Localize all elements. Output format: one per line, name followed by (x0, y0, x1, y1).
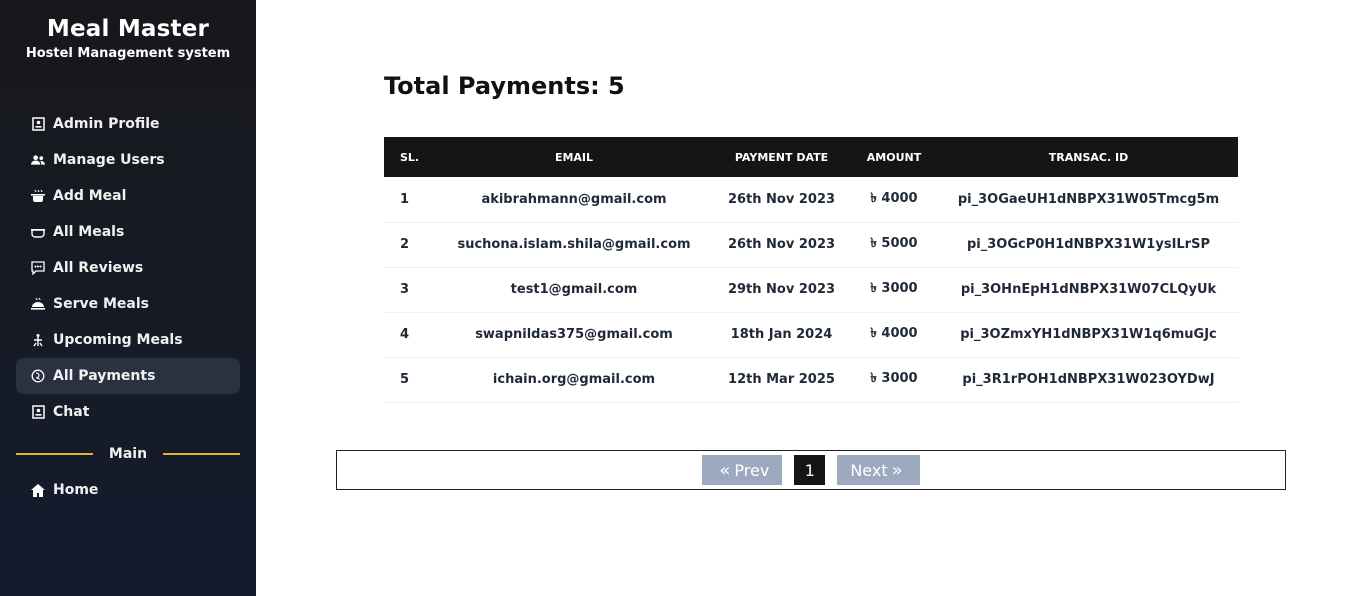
cooking-pot-icon (31, 189, 45, 203)
cell-sl: 1 (384, 177, 434, 223)
double-chevron-left-icon: « (719, 459, 731, 481)
cell-email: ichain.org@gmail.com (434, 357, 714, 403)
cell-sl: 4 (384, 312, 434, 358)
table-row: 5 ichain.org@gmail.com 12th Mar 2025 ৳ 3… (384, 357, 1238, 403)
divider-line (16, 453, 93, 455)
page-number-current[interactable]: 1 (794, 455, 826, 485)
double-chevron-right-icon: » (891, 459, 903, 481)
cell-date: 18th Jan 2024 (714, 312, 849, 358)
payments-table: SL. EMAIL PAYMENT DATE AMOUNT TRANSAC. I… (384, 137, 1238, 403)
header-payment-date: PAYMENT DATE (734, 150, 829, 164)
cell-transaction-id: pi_3OGaeUH1dNBPX31W05Tmcg5m (939, 177, 1238, 223)
sidebar-item-label: Chat (53, 404, 90, 420)
sidebar-nav: Admin Profile Manage Users Add Meal All … (16, 106, 240, 508)
cell-sl: 3 (384, 267, 434, 313)
profile-icon (31, 117, 45, 131)
sidebar-item-label: Serve Meals (53, 296, 149, 312)
sidebar-item-all-meals[interactable]: All Meals (16, 214, 240, 250)
sidebar-item-chat[interactable]: Chat (16, 394, 240, 430)
brand-title: Meal Master (46, 16, 210, 42)
sidebar-item-label: Add Meal (53, 188, 127, 204)
table-row: 2 suchona.islam.shila@gmail.com 26th Nov… (384, 222, 1238, 268)
prev-button[interactable]: « Prev (702, 455, 783, 485)
brand-subtitle: Hostel Management system (25, 46, 231, 61)
sidebar-item-all-reviews[interactable]: All Reviews (16, 250, 240, 286)
sidebar-item-add-meal[interactable]: Add Meal (16, 178, 240, 214)
sidebar-item-serve-meals[interactable]: Serve Meals (16, 286, 240, 322)
header-amount: AMOUNT (866, 150, 922, 164)
cell-sl: 5 (384, 357, 434, 403)
header-sl: SL. (400, 150, 420, 164)
sidebar-item-admin-profile[interactable]: Admin Profile (16, 106, 240, 142)
sidebar: Meal Master Hostel Management system Adm… (0, 0, 256, 596)
cell-sl: 2 (384, 222, 434, 268)
header-email: EMAIL (554, 150, 594, 164)
cell-amount: ৳ 4000 (849, 312, 939, 358)
pagination: « Prev 1 Next » (336, 450, 1286, 490)
cell-transaction-id: pi_3R1rPOH1dNBPX31W023OYDwJ (939, 357, 1238, 403)
table-row: 3 test1@gmail.com 29th Nov 2023 ৳ 3000 p… (384, 267, 1238, 313)
sidebar-item-manage-users[interactable]: Manage Users (16, 142, 240, 178)
divider-line (163, 453, 240, 455)
table-row: 1 akibrahmann@gmail.com 26th Nov 2023 ৳ … (384, 177, 1238, 223)
serve-icon (31, 297, 45, 311)
table-header-row: SL. EMAIL PAYMENT DATE AMOUNT TRANSAC. I… (384, 137, 1238, 177)
sidebar-item-home[interactable]: Home (16, 472, 240, 508)
cell-transaction-id: pi_3OZmxYH1dNBPX31W1q6muGJc (939, 312, 1238, 358)
payments-table-wrapper: SL. EMAIL PAYMENT DATE AMOUNT TRANSAC. I… (384, 137, 1238, 403)
divider-label: Main (108, 446, 148, 462)
sidebar-item-all-payments[interactable]: All Payments (16, 358, 240, 394)
cell-date: 29th Nov 2023 (714, 267, 849, 313)
main-content: Total Payments: 5 SL. EMAIL PAYMENT DATE… (256, 0, 1365, 596)
page-title: Total Payments: 5 (384, 72, 625, 100)
cell-email: swapnildas375@gmail.com (434, 312, 714, 358)
cell-date: 26th Nov 2023 (714, 222, 849, 268)
next-label: Next (850, 460, 888, 480)
cell-transaction-id: pi_3OGcP0H1dNBPX31W1ysILrSP (939, 222, 1238, 268)
sidebar-item-upcoming-meals[interactable]: Upcoming Meals (16, 322, 240, 358)
upcoming-icon (31, 333, 45, 347)
prev-label: Prev (734, 460, 770, 480)
cell-email: akibrahmann@gmail.com (434, 177, 714, 223)
cell-date: 26th Nov 2023 (714, 177, 849, 223)
sidebar-item-label: All Reviews (53, 260, 144, 276)
review-icon (31, 261, 45, 275)
cell-email: suchona.islam.shila@gmail.com (434, 222, 714, 268)
cell-amount: ৳ 5000 (849, 222, 939, 268)
header-transaction-id: TRANSAC. ID (1048, 150, 1129, 164)
users-icon (31, 153, 45, 167)
sidebar-item-label: Manage Users (53, 152, 165, 168)
sidebar-divider: Main (16, 436, 240, 472)
sidebar-item-label: All Meals (53, 224, 125, 240)
sidebar-item-label: Home (53, 482, 99, 498)
cell-amount: ৳ 4000 (849, 177, 939, 223)
sidebar-item-label: Upcoming Meals (53, 332, 183, 348)
bowl-icon (31, 225, 45, 239)
cell-amount: ৳ 3000 (849, 267, 939, 313)
home-icon (31, 483, 45, 497)
cell-date: 12th Mar 2025 (714, 357, 849, 403)
brand: Meal Master Hostel Management system (0, 0, 256, 61)
table-row: 4 swapnildas375@gmail.com 18th Jan 2024 … (384, 312, 1238, 358)
sidebar-item-label: All Payments (53, 368, 156, 384)
cell-transaction-id: pi_3OHnEpH1dNBPX31W07CLQyUk (939, 267, 1238, 313)
payment-icon (31, 369, 45, 383)
chat-icon (31, 405, 45, 419)
sidebar-item-label: Admin Profile (53, 116, 160, 132)
next-button[interactable]: Next » (837, 455, 920, 485)
cell-email: test1@gmail.com (434, 267, 714, 313)
cell-amount: ৳ 3000 (849, 357, 939, 403)
